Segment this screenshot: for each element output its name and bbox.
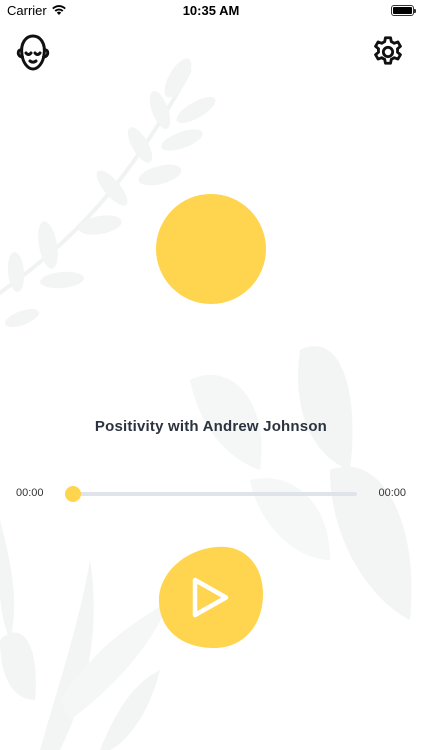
status-bar: Carrier 10:35 AM xyxy=(0,0,422,24)
meditating-head-icon xyxy=(16,34,50,71)
gear-icon xyxy=(374,36,402,65)
elapsed-time: 00:00 xyxy=(16,487,44,499)
battery-icon xyxy=(391,5,416,16)
track-cover-circle xyxy=(156,194,266,304)
status-time: 10:35 AM xyxy=(182,3,240,18)
settings-button[interactable] xyxy=(370,34,406,70)
player-screen: Carrier 10:35 AM Positivity with Andrew … xyxy=(0,0,422,750)
battery-level xyxy=(393,7,412,14)
progress-thumb[interactable] xyxy=(65,486,81,502)
profile-button[interactable] xyxy=(14,33,52,73)
play-button[interactable] xyxy=(158,544,264,650)
progress-slider[interactable] xyxy=(65,486,357,502)
total-time: 00:00 xyxy=(378,487,406,499)
track-title: Positivity with Andrew Johnson xyxy=(94,418,328,435)
play-button-blob xyxy=(158,546,264,648)
